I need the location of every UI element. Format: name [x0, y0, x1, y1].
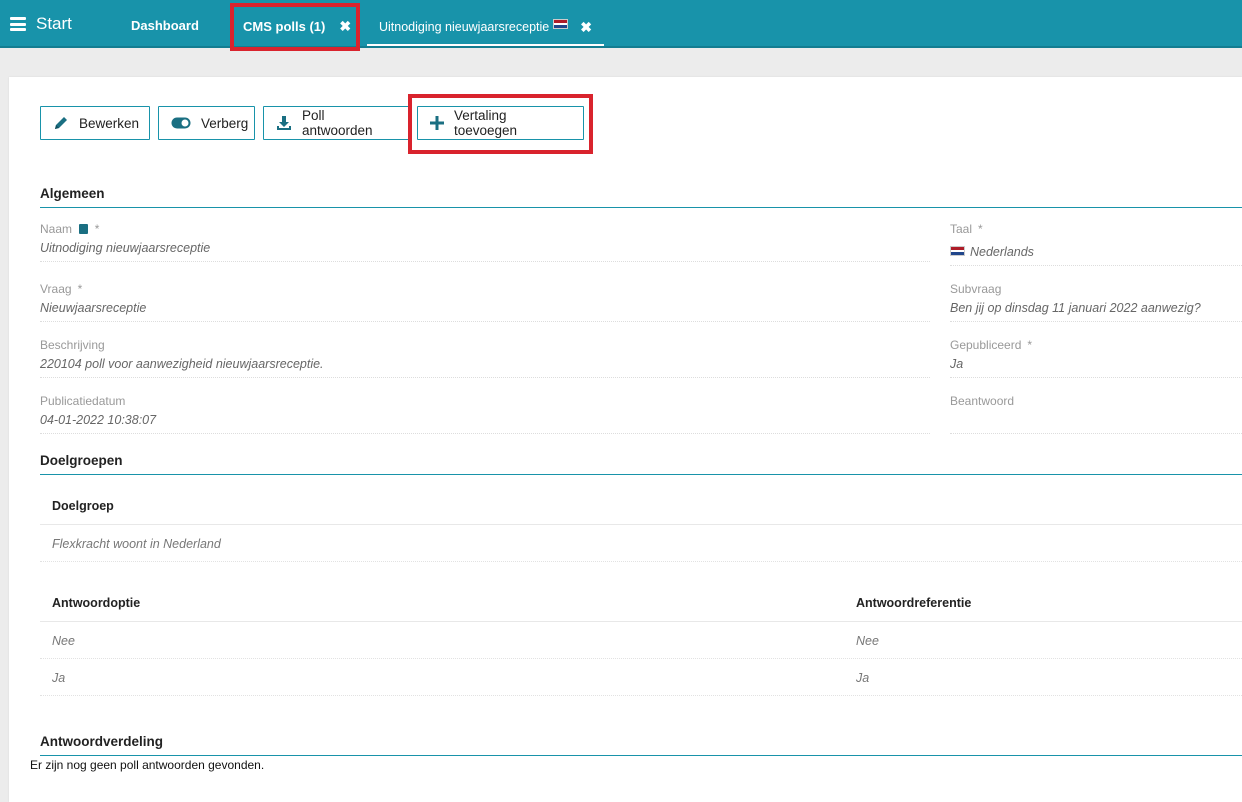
- empty-answers-message: Er zijn nog geen poll antwoorden gevonde…: [30, 758, 265, 772]
- field-divider: [40, 377, 930, 378]
- field-label-naam: Naam *: [40, 222, 100, 236]
- field-divider: [40, 321, 930, 322]
- section-divider: [40, 755, 1242, 756]
- field-value-gepubliceerd: Ja: [950, 357, 964, 371]
- poll-answers-button-label: Poll antwoorden: [302, 108, 373, 138]
- table-divider: [40, 695, 1242, 696]
- start-menu-button[interactable]: Start: [10, 14, 72, 34]
- download-icon: [276, 115, 292, 131]
- section-divider: [40, 207, 1242, 208]
- field-value-beschrijving: 220104 poll voor aanwezigheid nieuwjaars…: [40, 357, 324, 371]
- table-header-doelgroep: Doelgroep: [52, 499, 114, 513]
- hide-button[interactable]: Verberg: [158, 106, 255, 140]
- field-value-naam: Uitnodiging nieuwjaarsreceptie: [40, 241, 211, 255]
- book-icon: [79, 224, 89, 234]
- field-divider: [950, 321, 1242, 322]
- edit-button-label: Bewerken: [79, 115, 140, 131]
- hide-button-label: Verberg: [201, 115, 249, 131]
- pencil-icon: [53, 115, 69, 131]
- section-title-targets: Doelgroepen: [40, 453, 123, 468]
- section-title-general: Algemeen: [40, 186, 105, 201]
- field-value-vraag: Nieuwjaarsreceptie: [40, 301, 147, 315]
- tab-cms-polls[interactable]: CMS polls (1) ✖: [243, 18, 351, 35]
- field-divider: [40, 433, 930, 434]
- table-cell-reference: Ja: [856, 671, 870, 685]
- tab-dashboard-label: Dashboard: [131, 18, 199, 33]
- dutch-flag-icon: [950, 246, 965, 256]
- section-divider: [40, 474, 1242, 475]
- table-divider: [40, 658, 1242, 659]
- start-label: Start: [36, 14, 72, 33]
- top-navigation-bar: Start Dashboard CMS polls (1) ✖ Uitnodig…: [0, 0, 1242, 48]
- tab-cms-polls-label: CMS polls (1): [243, 19, 326, 34]
- table-divider: [40, 561, 1242, 562]
- close-icon[interactable]: ✖: [580, 19, 592, 36]
- poll-answers-button[interactable]: Poll antwoorden: [263, 106, 409, 140]
- field-value-publicatiedatum: 04-01-2022 10:38:07: [40, 413, 157, 427]
- table-header-antwoordoptie: Antwoordoptie: [52, 596, 141, 610]
- field-value-taal: Nederlands: [950, 245, 1034, 259]
- content-card: [9, 77, 1242, 802]
- field-divider: [40, 261, 930, 262]
- add-translation-button[interactable]: Vertaling toevoegen: [417, 106, 584, 140]
- close-icon[interactable]: ✖: [339, 18, 351, 35]
- field-divider: [950, 433, 1242, 434]
- table-cell-reference: Nee: [856, 634, 879, 648]
- field-divider: [950, 265, 1242, 266]
- tab-dashboard[interactable]: Dashboard: [131, 18, 199, 33]
- field-label-publicatiedatum: Publicatiedatum: [40, 394, 126, 408]
- table-cell-option: Ja: [52, 671, 66, 685]
- field-label-beschrijving: Beschrijving: [40, 338, 105, 352]
- field-value-subvraag: Ben jij op dinsdag 11 januari 2022 aanwe…: [950, 301, 1201, 315]
- field-label-taal: Taal *: [950, 222, 983, 236]
- section-title-distribution: Antwoordverdeling: [40, 734, 164, 749]
- edit-button[interactable]: Bewerken: [40, 106, 150, 140]
- field-divider: [950, 377, 1242, 378]
- table-divider: [40, 524, 1242, 525]
- field-label-beantwoord: Beantwoord: [950, 394, 1015, 408]
- table-row: Flexkracht woont in Nederland: [52, 537, 221, 551]
- hamburger-menu-icon: [10, 17, 26, 31]
- toggle-icon: [171, 117, 191, 129]
- dutch-flag-icon: [553, 19, 569, 29]
- tab-uitnodiging-label: Uitnodiging nieuwjaarsreceptie: [379, 20, 550, 34]
- field-label-gepubliceerd: Gepubliceerd *: [950, 338, 1033, 352]
- table-header-antwoordreferentie: Antwoordreferentie: [856, 596, 972, 610]
- field-label-vraag: Vraag *: [40, 282, 83, 296]
- field-label-subvraag: Subvraag: [950, 282, 1002, 296]
- table-cell-option: Nee: [52, 634, 75, 648]
- add-translation-button-label: Vertaling toevoegen: [454, 108, 518, 138]
- tab-uitnodiging[interactable]: Uitnodiging nieuwjaarsreceptie ✖: [367, 10, 604, 46]
- plus-icon: [430, 116, 444, 130]
- table-divider: [40, 621, 1242, 622]
